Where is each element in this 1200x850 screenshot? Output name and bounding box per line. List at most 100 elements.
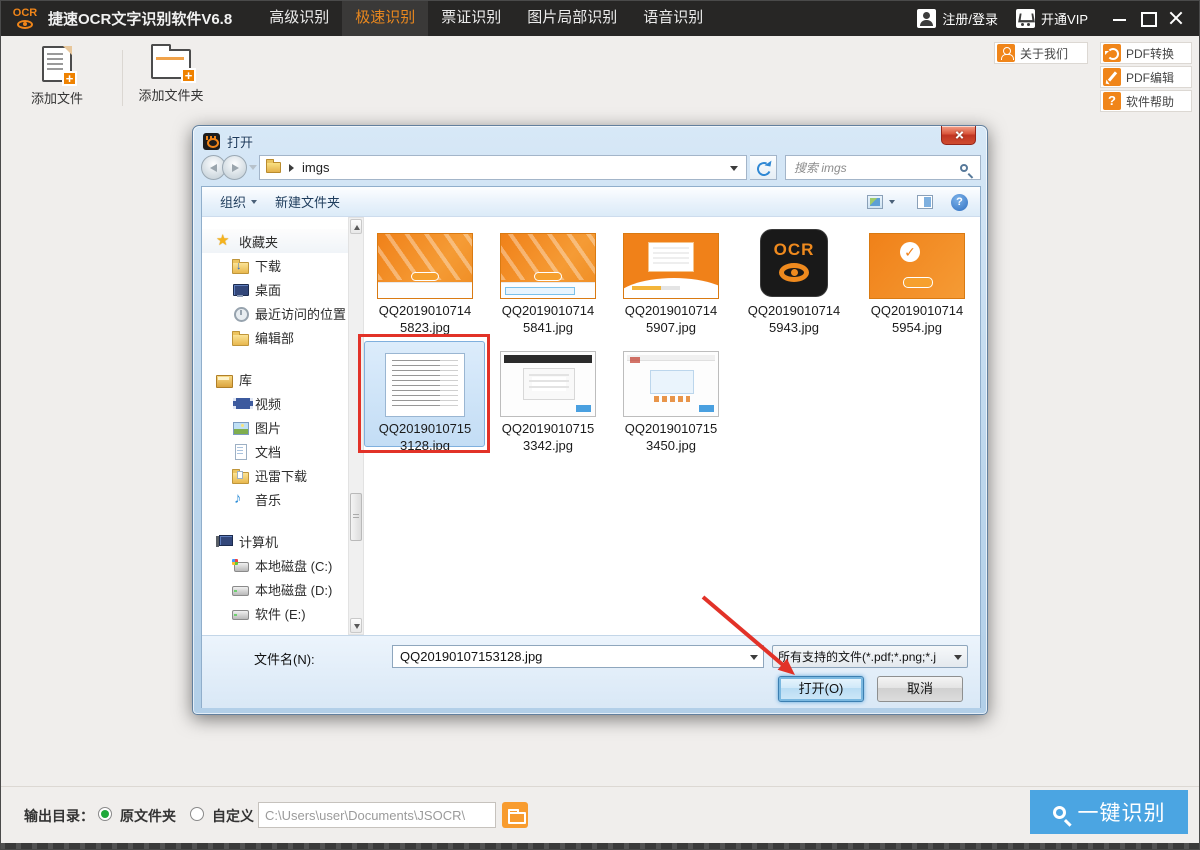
filename-dropdown-icon[interactable] (747, 646, 763, 667)
computer-icon (216, 533, 232, 549)
sidebar-item-downloads[interactable]: ↓ 下载 (202, 253, 348, 277)
scroll-up-icon[interactable] (350, 219, 362, 234)
close-button[interactable] (1162, 0, 1190, 36)
sidebar-item-disk-e[interactable]: 软件 (E:) (202, 601, 348, 625)
search-box[interactable]: 搜索 imgs (785, 155, 981, 180)
sidebar-item-editorial[interactable]: 编辑部 (202, 325, 348, 349)
search-placeholder: 搜索 imgs (794, 159, 960, 176)
sidebar-item-thunder-download[interactable]: 迅雷下载 (202, 463, 348, 487)
sidebar-item-computer[interactable]: 计算机 (202, 529, 348, 553)
file-item[interactable]: QQ20190107153450.jpg (610, 345, 732, 454)
open-button[interactable]: 打开(O) (778, 676, 864, 702)
refresh-button[interactable] (750, 155, 777, 180)
eye-icon (17, 20, 33, 29)
filename-input[interactable]: QQ20190107153128.jpg (392, 645, 764, 668)
file-name: QQ20190107145823.jpg (364, 302, 486, 336)
recognize-button[interactable]: 一键识别 (1030, 790, 1188, 834)
sidebar-item-videos[interactable]: 视频 (202, 391, 348, 415)
address-bar: imgs 搜索 imgs (201, 155, 981, 181)
views-dropdown-icon[interactable] (889, 200, 895, 204)
cancel-button[interactable]: 取消 (877, 676, 963, 702)
file-item[interactable]: QQ20190107153342.jpg (487, 345, 609, 454)
file-thumbnail (500, 351, 596, 417)
sidebar-item-recent-places[interactable]: 最近访问的位置 (202, 301, 348, 325)
login-button[interactable]: 注册/登录 (917, 9, 998, 28)
sidebar-item-libraries[interactable]: 库 (202, 367, 348, 391)
command-bar: 组织 新建文件夹 (202, 187, 980, 217)
document-icon (232, 443, 248, 459)
tab-advanced-recognition[interactable]: 高级识别 (256, 0, 342, 36)
add-file-icon (42, 46, 72, 82)
help-icon[interactable] (951, 194, 968, 211)
filetype-select[interactable]: 所有支持的文件(*.pdf;*.png;*.j (772, 645, 968, 668)
sidebar-item-desktop[interactable]: 桌面 (202, 277, 348, 301)
navigation-pane: 收藏夹 ↓ 下载 桌面 最近访问的位置 编辑部 库 (202, 217, 348, 635)
sidebar-item-disk-d[interactable]: 本地磁盘 (D:) (202, 577, 348, 601)
pdf-edit-button[interactable]: PDF编辑 (1100, 66, 1192, 88)
radio-custom[interactable] (190, 807, 204, 821)
command-bar-right (867, 187, 968, 217)
tab-ticket-recognition[interactable]: 票证识别 (428, 0, 514, 36)
sidebar-item-documents[interactable]: 文档 (202, 439, 348, 463)
app-logo: OCR (8, 3, 42, 33)
forward-button[interactable] (222, 155, 247, 180)
chevron-down-icon (251, 200, 257, 204)
new-folder-button[interactable]: 新建文件夹 (275, 192, 340, 211)
scroll-down-icon[interactable] (350, 618, 362, 633)
search-icon (1053, 806, 1066, 819)
file-list: QQ20190107145823.jpg QQ20190107145841.jp… (364, 217, 980, 635)
titlebar-right: 注册/登录 开通VIP (917, 0, 1200, 36)
maximize-button[interactable] (1134, 0, 1162, 36)
tab-fast-recognition[interactable]: 极速识别 (342, 0, 428, 36)
output-path-input[interactable] (258, 802, 496, 828)
browse-folder-button[interactable] (502, 802, 528, 828)
add-folder-button[interactable]: 添加文件夹 (128, 46, 214, 104)
output-dir-label: 输出目录： (24, 806, 94, 826)
preview-pane-icon[interactable] (917, 195, 933, 209)
radio-original-folder[interactable] (98, 807, 112, 821)
app-logo-text: OCR (13, 8, 37, 19)
disk-icon (232, 581, 248, 597)
minimize-button[interactable] (1106, 0, 1134, 36)
file-item[interactable]: QQ20190107145954.jpg (856, 227, 978, 336)
sidebar-item-pictures[interactable]: 图片 (202, 415, 348, 439)
pencil-icon (1103, 68, 1121, 86)
file-item[interactable]: QQ20190107145841.jpg (487, 227, 609, 336)
sidebar-item-disk-c[interactable]: 本地磁盘 (C:) (202, 553, 348, 577)
address-dropdown-icon[interactable] (730, 166, 738, 171)
file-thumbnail-ocr-logo: OCR (760, 229, 828, 297)
search-icon (960, 164, 968, 172)
scrollbar-thumb[interactable] (350, 493, 362, 541)
filetype-dropdown-icon[interactable] (951, 646, 967, 667)
file-item[interactable]: QQ20190107145823.jpg (364, 227, 486, 336)
libraries-icon (216, 371, 232, 387)
history-dropdown-icon[interactable] (249, 165, 257, 170)
organize-menu[interactable]: 组织 (220, 192, 257, 211)
about-us-button[interactable]: 关于我们 (994, 42, 1088, 64)
radio-custom-label[interactable]: 自定义 (212, 806, 254, 826)
dialog-footer: 文件名(N): QQ20190107153128.jpg 所有支持的文件(*.p… (202, 635, 980, 708)
app-toolbar: 添加文件 添加文件夹 关于我们 PDF转换 PDF编辑 软件帮助 (0, 36, 1200, 118)
pdf-convert-button[interactable]: PDF转换 (1100, 42, 1192, 64)
software-help-button[interactable]: 软件帮助 (1100, 90, 1192, 112)
sidebar-item-music[interactable]: 音乐 (202, 487, 348, 511)
recent-places-icon (232, 305, 248, 321)
file-item[interactable]: OCR QQ20190107145943.jpg (733, 227, 855, 336)
new-folder-label: 新建文件夹 (275, 192, 340, 211)
file-item[interactable]: QQ20190107145907.jpg (610, 227, 732, 336)
breadcrumb[interactable]: imgs (259, 155, 747, 180)
desktop-icon (232, 281, 248, 297)
radio-original-folder-label[interactable]: 原文件夹 (120, 806, 176, 826)
tab-partial-image-recognition[interactable]: 图片局部识别 (514, 0, 630, 36)
download-folder-icon: ↓ (232, 257, 248, 273)
file-name: QQ20190107145954.jpg (856, 302, 978, 336)
filename-value: QQ20190107153128.jpg (400, 649, 747, 664)
add-file-button[interactable]: 添加文件 (14, 46, 100, 107)
tab-voice-recognition[interactable]: 语音识别 (630, 0, 716, 36)
dialog-close-button[interactable] (941, 126, 976, 145)
vip-button[interactable]: 开通VIP (1016, 9, 1088, 28)
star-icon (216, 233, 232, 249)
sidebar-item-favorites[interactable]: 收藏夹 (202, 229, 348, 253)
views-icon[interactable] (867, 195, 883, 209)
output-bar: 输出目录： 原文件夹 自定义 一键识别 (0, 786, 1200, 843)
